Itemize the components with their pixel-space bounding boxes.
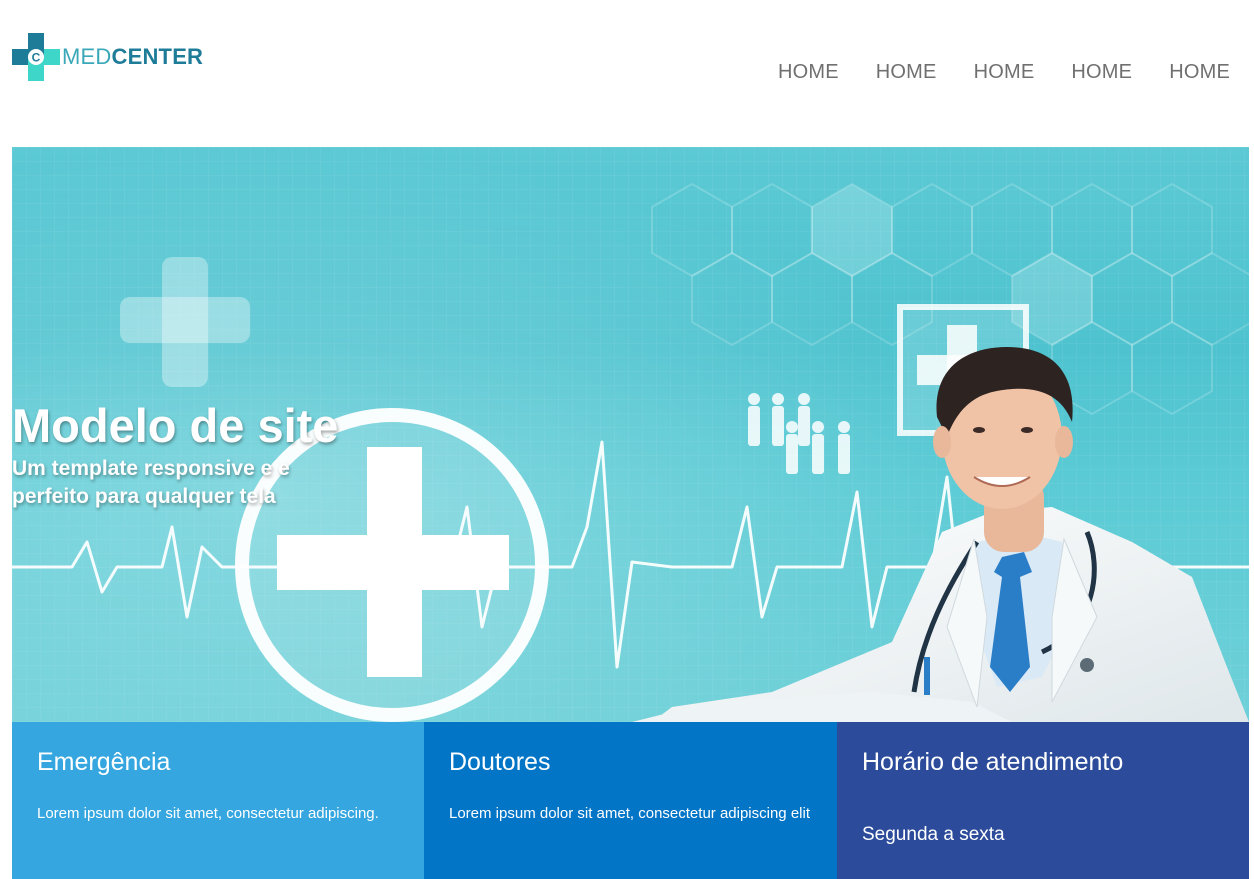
logo-letter: C xyxy=(32,51,41,65)
feature-box-doctors: Doutores Lorem ipsum dolor sit amet, con… xyxy=(424,722,837,879)
feature-box-emergency: Emergência Lorem ipsum dolor sit amet, c… xyxy=(12,722,424,879)
hero-title: Modelo de site xyxy=(12,399,339,452)
hero-subtitle: Um template responsive e e perfeito para… xyxy=(12,457,290,508)
feature-text-hours: Segunda a sexta xyxy=(862,824,1005,845)
feature-title-emergency: Emergência xyxy=(37,748,171,776)
nav-item-home-3[interactable]: HOME xyxy=(974,60,1035,84)
medical-cross-logo-icon: C xyxy=(12,33,60,81)
feature-text-doctors: Lorem ipsum dolor sit amet, consectetur … xyxy=(449,805,810,822)
feature-box-hours: Horário de atendimento Segunda a sexta xyxy=(837,722,1249,879)
hero-banner: Modelo de site Um template responsive e … xyxy=(12,147,1249,722)
feature-text-emergency: Lorem ipsum dolor sit amet, consectetur … xyxy=(37,805,379,822)
site-header: C MEDCENTER HOME HOME HOME HOME HOME xyxy=(0,0,1254,147)
brand-name-bold: CENTER xyxy=(111,44,204,69)
nav-item-home-5[interactable]: HOME xyxy=(1169,60,1230,84)
feature-title-doctors: Doutores xyxy=(449,748,551,776)
logo[interactable]: C MEDCENTER xyxy=(12,33,203,81)
feature-boxes: Emergência Lorem ipsum dolor sit amet, c… xyxy=(12,722,1249,879)
nav-item-home-1[interactable]: HOME xyxy=(778,60,839,84)
nav-item-home-4[interactable]: HOME xyxy=(1071,60,1132,84)
main-nav: HOME HOME HOME HOME HOME xyxy=(741,60,1230,84)
brand-name: MEDCENTER xyxy=(62,46,203,68)
feature-title-hours: Horário de atendimento xyxy=(862,748,1124,776)
nav-item-home-2[interactable]: HOME xyxy=(876,60,937,84)
brand-name-light: MED xyxy=(62,44,112,69)
